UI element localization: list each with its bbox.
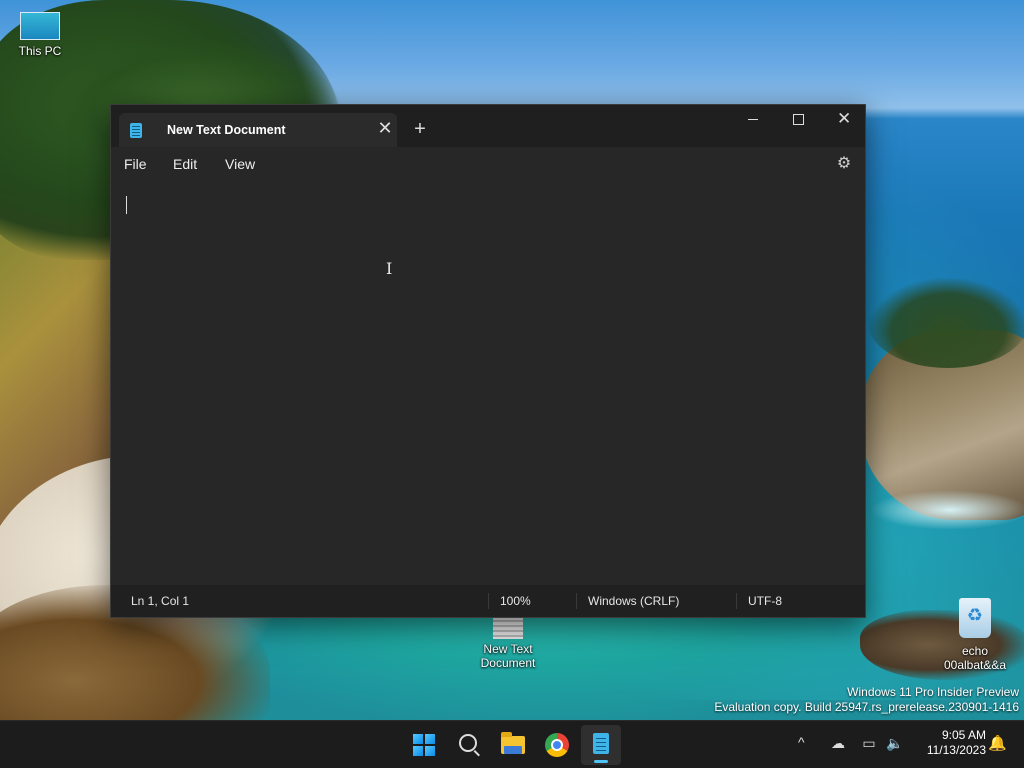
desktop-icon-label: Document <box>480 656 536 670</box>
text-editor-area[interactable] <box>111 183 865 585</box>
wallpaper-trees <box>868 278 1024 368</box>
windows-logo-icon <box>413 734 435 756</box>
notification-bell-icon[interactable]: 🔔 <box>988 735 1007 753</box>
close-icon: ✕ <box>837 109 852 128</box>
maximize-icon <box>793 114 804 125</box>
maximize-button[interactable] <box>775 105 821 135</box>
line-ending[interactable]: Windows (CRLF) <box>588 594 679 608</box>
notepad-window: New Text Document ✕ + ✕ File Edit View ⚙… <box>110 104 866 618</box>
menu-file[interactable]: File <box>124 156 147 172</box>
minimize-button[interactable] <box>730 105 776 135</box>
recycle-bin-icon: ♻ <box>959 598 991 638</box>
zoom-level[interactable]: 100% <box>500 594 531 608</box>
start-button[interactable] <box>404 725 444 765</box>
status-divider <box>576 593 577 609</box>
desktop-icon-this-pc[interactable]: This PC <box>14 12 66 58</box>
desktop-icon-label: New Text <box>483 642 533 656</box>
notepad-icon <box>593 733 609 754</box>
close-tab-icon[interactable]: ✕ <box>375 118 395 140</box>
chrome-icon <box>545 733 569 757</box>
chrome-button[interactable] <box>537 725 577 765</box>
watermark-line: Evaluation copy. Build 25947.rs_prerelea… <box>714 700 1019 714</box>
show-hidden-icons-chevron-icon[interactable]: ^ <box>798 734 805 750</box>
wallpaper-foam <box>870 490 1024 530</box>
minimize-icon <box>748 119 758 120</box>
encoding[interactable]: UTF-8 <box>748 594 782 608</box>
menu-bar: File Edit View ⚙ <box>111 147 865 183</box>
monitor-icon <box>20 12 60 40</box>
file-explorer-button[interactable] <box>493 725 533 765</box>
sound-muted-icon[interactable]: 🔈 <box>886 735 904 751</box>
search-icon <box>459 734 477 752</box>
desktop-icon-label: 00albat&&a <box>943 658 1007 672</box>
text-caret <box>126 196 127 214</box>
notepad-icon <box>130 123 142 138</box>
text-file-icon <box>493 615 523 639</box>
status-bar: Ln 1, Col 1 100% Windows (CRLF) UTF-8 <box>111 585 865 617</box>
watermark-line: Windows 11 Pro Insider Preview <box>847 685 1019 699</box>
tab-new-text-document[interactable]: New Text Document ✕ <box>119 113 397 147</box>
title-bar[interactable]: New Text Document ✕ + ✕ <box>111 105 865 147</box>
settings-gear-icon[interactable]: ⚙ <box>835 155 853 173</box>
clock[interactable]: 9:05 AM 11/13/2023 <box>912 728 986 758</box>
menu-edit[interactable]: Edit <box>173 156 197 172</box>
new-tab-button[interactable]: + <box>409 119 431 141</box>
status-divider <box>736 593 737 609</box>
network-display-icon[interactable]: ▭ <box>860 735 878 751</box>
tab-title: New Text Document <box>167 123 286 137</box>
search-button[interactable] <box>449 725 489 765</box>
status-divider <box>488 593 489 609</box>
desktop-icon-label: This PC <box>18 44 62 58</box>
desktop-icon-recycle-bin[interactable]: ♻ echo 00albat&&a <box>940 598 1010 672</box>
notepad-taskbar-button[interactable] <box>581 725 621 765</box>
menu-view[interactable]: View <box>225 156 255 172</box>
close-window-button[interactable]: ✕ <box>820 105 866 135</box>
desktop-icon-label: echo <box>961 644 989 658</box>
cursor-position[interactable]: Ln 1, Col 1 <box>131 594 189 608</box>
windows-watermark: Windows 11 Pro Insider Preview Evaluatio… <box>714 685 1019 715</box>
folder-icon <box>501 732 525 754</box>
desktop-icon-new-text-document[interactable]: New Text Document <box>466 615 550 670</box>
taskbar: ^ ☁ ▭ 🔈 9:05 AM 11/13/2023 🔔 <box>0 720 1024 768</box>
clock-date: 11/13/2023 <box>926 743 986 757</box>
i-beam-cursor-icon: I <box>386 259 393 278</box>
active-indicator <box>594 760 608 763</box>
onedrive-icon[interactable]: ☁ <box>829 735 847 751</box>
clock-time: 9:05 AM <box>941 728 986 742</box>
